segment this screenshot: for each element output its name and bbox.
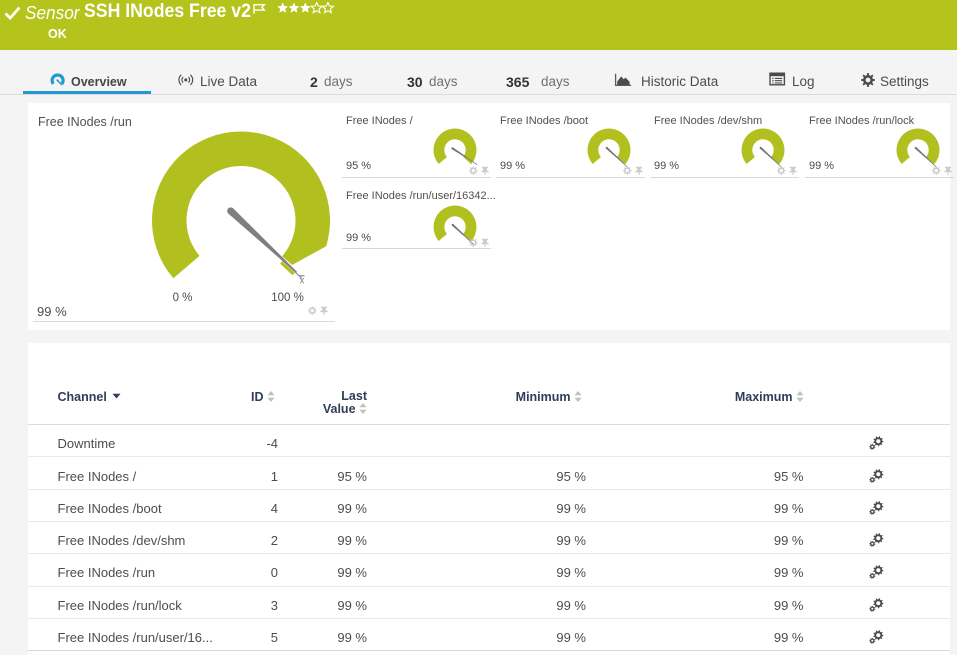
svg-text:x: x bbox=[300, 275, 305, 286]
